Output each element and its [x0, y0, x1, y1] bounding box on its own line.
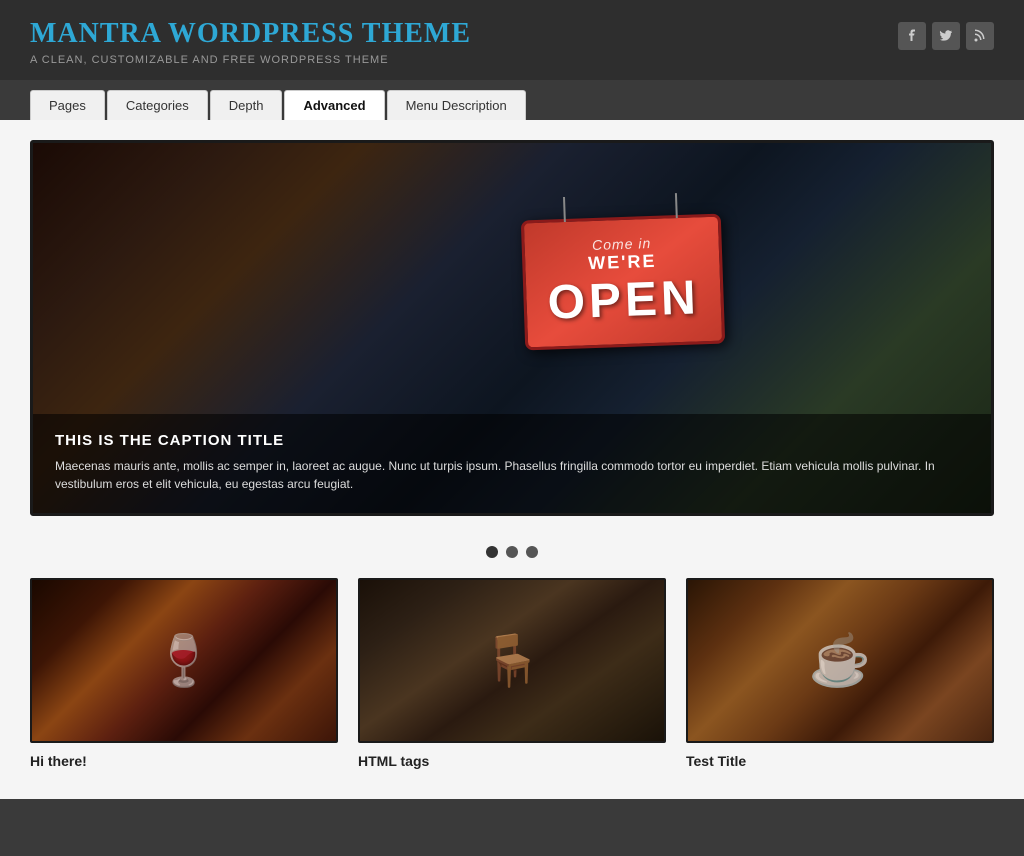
- card-2-title: HTML tags: [358, 753, 666, 769]
- card-2-image: [358, 578, 666, 743]
- slider: Come in WE'RE OPEN This Is The Caption T…: [30, 140, 994, 516]
- site-subtitle: A Clean, Customizable and Free WordPress…: [30, 54, 471, 66]
- sign-open-text: OPEN: [546, 270, 700, 330]
- card-1-image: [30, 578, 338, 743]
- social-icons: [898, 22, 994, 50]
- slider-dot-1[interactable]: [486, 546, 498, 558]
- site-branding: Mantra WordPress Theme A Clean, Customiz…: [30, 18, 471, 66]
- caption-text: Maecenas mauris ante, mollis ac semper i…: [55, 457, 969, 493]
- card-1-bg: [32, 580, 336, 741]
- open-sign: Come in WE'RE OPEN: [521, 214, 725, 351]
- slider-dot-2[interactable]: [506, 546, 518, 558]
- card-3[interactable]: Test Title: [686, 578, 994, 769]
- slider-image: Come in WE'RE OPEN This Is The Caption T…: [33, 143, 991, 513]
- main-content: Come in WE'RE OPEN This Is The Caption T…: [0, 120, 1024, 799]
- tab-categories[interactable]: Categories: [107, 90, 208, 120]
- sign-were-text: WE'RE: [588, 251, 657, 274]
- card-3-bg: [688, 580, 992, 741]
- tab-pages[interactable]: Pages: [30, 90, 105, 120]
- tab-menu-description[interactable]: Menu Description: [387, 90, 526, 120]
- rss-icon[interactable]: [966, 22, 994, 50]
- site-header: Mantra WordPress Theme A Clean, Customiz…: [0, 0, 1024, 80]
- site-title: Mantra WordPress Theme: [30, 18, 471, 50]
- facebook-icon[interactable]: [898, 22, 926, 50]
- nav-tabs: Pages Categories Depth Advanced Menu Des…: [0, 80, 1024, 120]
- caption-title: This Is The Caption Title: [55, 432, 969, 449]
- slider-dot-3[interactable]: [526, 546, 538, 558]
- card-grid: Hi there! HTML tags Test Title: [30, 578, 994, 769]
- card-1[interactable]: Hi there!: [30, 578, 338, 769]
- card-2-bg: [360, 580, 664, 741]
- card-1-title: Hi there!: [30, 753, 338, 769]
- card-3-title: Test Title: [686, 753, 994, 769]
- slider-dots: [30, 532, 994, 568]
- twitter-icon[interactable]: [932, 22, 960, 50]
- card-3-image: [686, 578, 994, 743]
- tab-advanced[interactable]: Advanced: [284, 90, 384, 120]
- caption-overlay: This Is The Caption Title Maecenas mauri…: [33, 414, 991, 513]
- tab-depth[interactable]: Depth: [210, 90, 283, 120]
- card-2[interactable]: HTML tags: [358, 578, 666, 769]
